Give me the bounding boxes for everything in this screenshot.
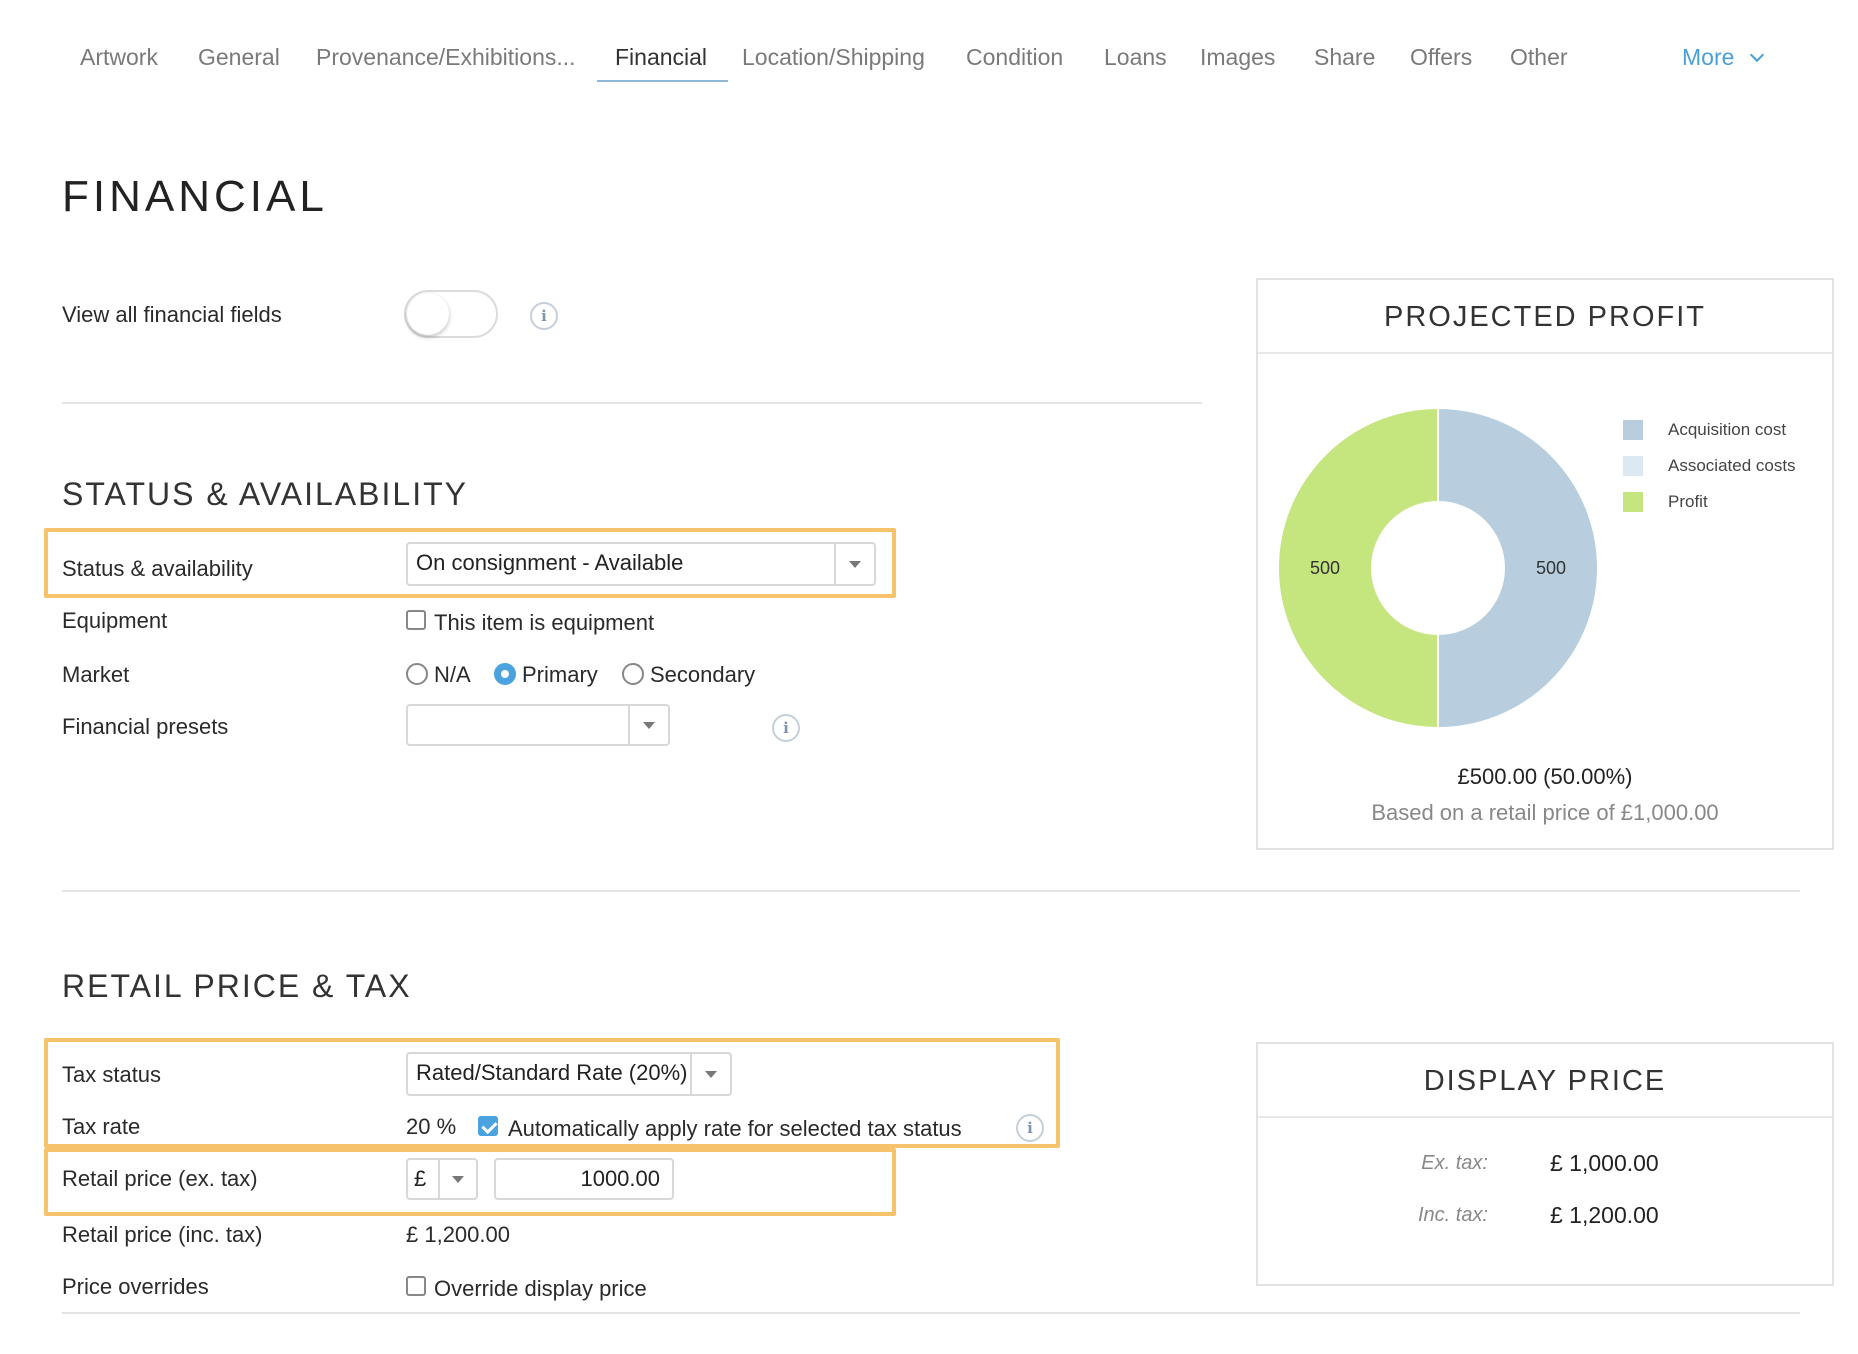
retail-ex-label: Retail price (ex. tax) (62, 1166, 258, 1191)
tax-status-select[interactable]: Rated/Standard Rate (20%) (406, 1052, 732, 1096)
view-all-toggle[interactable] (404, 290, 498, 338)
override-checkbox-label: Override display price (434, 1276, 647, 1301)
price-overrides-label: Price overrides (62, 1274, 209, 1299)
market-option-label: Primary (522, 662, 598, 687)
tab-artwork[interactable]: Artwork (80, 44, 158, 71)
retail-inc-value: £ 1,200.00 (406, 1222, 510, 1247)
auto-apply-checkbox[interactable] (478, 1116, 498, 1136)
projected-profit-title: PROJECTED PROFIT (1258, 280, 1832, 354)
currency-value: £ (414, 1166, 427, 1191)
legend-label: Profit (1668, 492, 1708, 511)
status-select[interactable]: On consignment - Available (406, 542, 876, 586)
retail-section-title: RETAIL PRICE & TAX (62, 968, 412, 1004)
market-radio-primary[interactable] (494, 663, 516, 685)
tab-bar: Artwork General Provenance/Exhibitions..… (64, 36, 1794, 86)
status-section-title: STATUS & AVAILABILITY (62, 476, 468, 512)
market-radio-na[interactable] (406, 663, 428, 685)
active-tab-underline (597, 80, 728, 82)
display-price-title: DISPLAY PRICE (1258, 1044, 1832, 1118)
projected-profit-panel: PROJECTED PROFIT 500 500 Acquisition cost… (1256, 278, 1834, 850)
tab-offers[interactable]: Offers (1410, 44, 1472, 71)
ex-tax-label: Ex. tax: (1421, 1152, 1488, 1174)
tab-financial[interactable]: Financial (615, 44, 707, 71)
market-option-label: N/A (434, 662, 471, 687)
legend-label: Associated costs (1668, 456, 1796, 475)
auto-apply-label: Automatically apply rate for selected ta… (508, 1116, 962, 1141)
currency-select[interactable]: £ (406, 1158, 478, 1200)
divider (62, 402, 1202, 404)
tab-location-shipping[interactable]: Location/Shipping (742, 44, 925, 71)
equipment-checkbox[interactable] (406, 610, 426, 630)
divider (62, 1312, 1800, 1314)
retail-inc-label: Retail price (inc. tax) (62, 1222, 263, 1247)
equipment-checkbox-label: This item is equipment (434, 610, 655, 635)
tax-rate-value: 20 % (406, 1114, 457, 1139)
tax-status-label: Tax status (62, 1062, 162, 1087)
donut-slice-profit[interactable] (1277, 406, 1439, 730)
override-checkbox[interactable] (406, 1276, 426, 1296)
caret-down-icon (705, 1071, 717, 1078)
inc-tax-value: £ 1,200.00 (1550, 1202, 1659, 1228)
dropdown-arrow (628, 706, 668, 744)
slice-value-label: 500 (1310, 558, 1340, 578)
dropdown-arrow (834, 544, 874, 584)
ex-tax-value: £ 1,000.00 (1550, 1150, 1659, 1176)
legend-swatch (1623, 492, 1643, 512)
info-icon[interactable]: i (530, 302, 558, 330)
tax-rate-label: Tax rate (62, 1114, 141, 1139)
toggle-knob (407, 293, 449, 335)
inc-tax-label: Inc. tax: (1417, 1204, 1488, 1226)
tab-other[interactable]: Other (1510, 44, 1568, 71)
display-price-panel: DISPLAY PRICE Ex. tax: £ 1,000.00 Inc. t… (1256, 1042, 1834, 1286)
profit-donut-chart: 500 500 (1277, 406, 1599, 730)
more-menu-button[interactable]: More (1682, 44, 1765, 71)
profit-note: Based on a retail price of £1,000.00 (1371, 800, 1719, 825)
donut-slice-acquisition-cost[interactable] (1437, 406, 1599, 730)
financial-presets-label: Financial presets (62, 714, 229, 739)
divider (62, 890, 1800, 892)
page-title: FINANCIAL (62, 172, 328, 221)
financial-presets-select[interactable] (406, 704, 670, 746)
profit-summary: £500.00 (50.00%) (1457, 764, 1633, 789)
dropdown-arrow (438, 1160, 476, 1198)
tab-loans[interactable]: Loans (1104, 44, 1167, 71)
dropdown-arrow (690, 1054, 730, 1094)
caret-down-icon (452, 1176, 464, 1183)
tax-status-value: Rated/Standard Rate (20%) (416, 1060, 688, 1085)
caret-down-icon (643, 722, 655, 729)
legend-swatch (1623, 456, 1643, 476)
more-label: More (1682, 44, 1735, 70)
caret-down-icon (849, 561, 861, 568)
equipment-label: Equipment (62, 608, 168, 633)
slice-value-label: 500 (1536, 558, 1566, 578)
tab-general[interactable]: General (198, 44, 280, 71)
tab-provenance-exhibitions[interactable]: Provenance/Exhibitions... (316, 44, 576, 71)
market-radio-secondary[interactable] (622, 663, 644, 685)
view-all-label: View all financial fields (62, 302, 282, 327)
tab-share[interactable]: Share (1314, 44, 1375, 71)
tab-condition[interactable]: Condition (966, 44, 1063, 71)
legend-label: Acquisition cost (1668, 420, 1787, 439)
info-icon[interactable]: i (772, 714, 800, 742)
info-icon[interactable]: i (1016, 1114, 1044, 1142)
tab-images[interactable]: Images (1200, 44, 1275, 71)
legend-swatch (1623, 420, 1643, 440)
status-select-value: On consignment - Available (416, 550, 684, 575)
chevron-down-icon (1750, 47, 1765, 63)
market-option-label: Secondary (650, 662, 756, 687)
status-label: Status & availability (62, 556, 253, 581)
retail-price-input[interactable]: 1000.00 (494, 1158, 674, 1200)
market-label: Market (62, 662, 130, 687)
